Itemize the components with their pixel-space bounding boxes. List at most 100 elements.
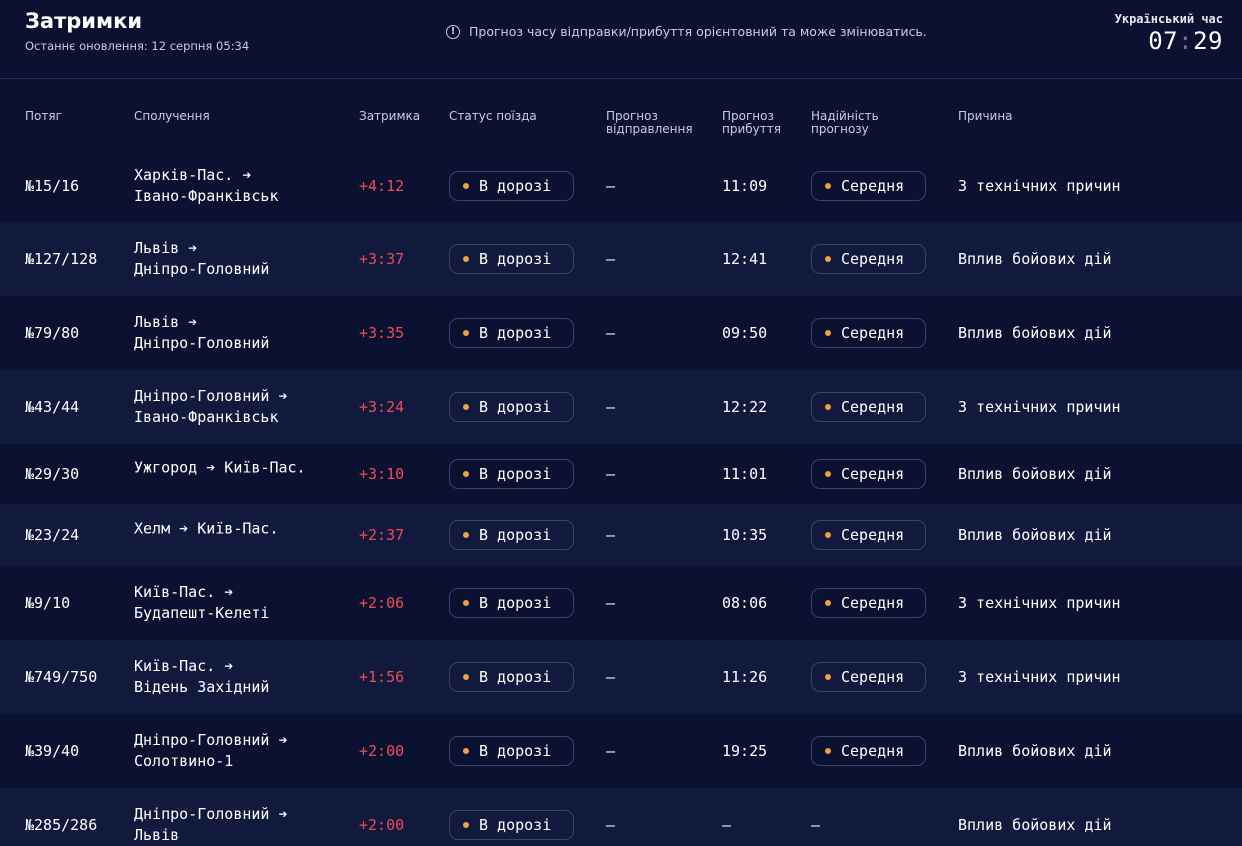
col-delay: Затримка — [359, 109, 421, 123]
status-text: В дорозі — [479, 398, 552, 416]
route: Львів ➔ Дніпро-Головний — [134, 312, 269, 354]
train-number: №285/286 — [25, 816, 98, 834]
status-badge: В дорозі — [449, 459, 574, 489]
col-train: Потяг — [25, 109, 62, 123]
clock: 07:29 — [1148, 27, 1223, 55]
arrival-forecast: 10:35 — [722, 526, 768, 544]
status-badge: В дорозі — [449, 662, 574, 692]
departure-forecast: — — [606, 398, 616, 416]
col-reliability: Надійність прогнозу — [811, 110, 879, 136]
table-row[interactable]: №43/44 Дніпро-Головний ➔ Івано-Франківськ… — [0, 370, 1242, 444]
route: Львів ➔ Дніпро-Головний — [134, 238, 269, 280]
arrival-forecast: 08:06 — [722, 594, 768, 612]
train-number: №9/10 — [25, 594, 71, 612]
info-icon: ! — [446, 24, 460, 39]
departure-forecast: — — [606, 177, 616, 195]
reliability-dot-icon — [825, 674, 831, 680]
status-badge: В дорозі — [449, 588, 574, 618]
route-line1: Київ-Пас. ➔ — [134, 657, 234, 675]
delay-value: +3:35 — [359, 324, 405, 342]
reliability-text: Середня — [841, 742, 905, 760]
forecast-notice-text: Прогноз часу відправки/прибуття орієнтов… — [469, 24, 927, 39]
delay-reason: З технічних причин — [958, 398, 1121, 416]
status-dot-icon — [463, 471, 469, 477]
route: Дніпро-Головний ➔ Солотвино-1 — [134, 730, 288, 772]
reliability-badge: Середня — [811, 520, 926, 550]
route: Дніпро-Головний ➔ Івано-Франківськ — [134, 386, 288, 428]
table-row[interactable]: №15/16 Харків-Пас. ➔ Івано-Франківськ +4:… — [0, 150, 1242, 222]
reliability-dot-icon — [825, 600, 831, 606]
reliability-dot-icon — [825, 183, 831, 189]
status-dot-icon — [463, 674, 469, 680]
status-text: В дорозі — [479, 742, 552, 760]
table-row[interactable]: №127/128 Львів ➔ Дніпро-Головний +3:37 В … — [0, 222, 1242, 296]
status-dot-icon — [463, 330, 469, 336]
route: Ужгород ➔ Київ-Пас. — [134, 458, 306, 479]
route-line2: Відень Західний — [134, 678, 270, 696]
status-dot-icon — [463, 256, 469, 262]
route-line2: Солотвино-1 — [134, 752, 234, 770]
route: Київ-Пас. ➔ Відень Західний — [134, 656, 269, 698]
departure-forecast: — — [606, 668, 616, 686]
reliability-dot-icon — [825, 256, 831, 262]
status-dot-icon — [463, 183, 469, 189]
status-badge: В дорозі — [449, 520, 574, 550]
route-line2: Дніпро-Головний — [134, 260, 270, 278]
reliability-text: Середня — [841, 668, 905, 686]
reliability-text: Середня — [841, 594, 905, 612]
route-line2: Будапешт-Келеті — [134, 604, 270, 622]
train-number: №127/128 — [25, 250, 98, 268]
status-badge: В дорозі — [449, 244, 574, 274]
table-row[interactable]: №9/10 Київ-Пас. ➔ Будапешт-Келеті +2:06 В… — [0, 566, 1242, 640]
status-dot-icon — [463, 600, 469, 606]
col-arrival: Прогноз прибуття — [722, 110, 781, 136]
table-row[interactable]: №23/24 Хелм ➔ Київ-Пас. +2:37 В дорозі —… — [0, 504, 1242, 566]
delay-value: +2:06 — [359, 594, 405, 612]
table-row[interactable]: №749/750 Київ-Пас. ➔ Відень Західний +1:5… — [0, 640, 1242, 714]
table-row[interactable]: №39/40 Дніпро-Головний ➔ Солотвино-1 +2:0… — [0, 714, 1242, 788]
reliability-dot-icon — [825, 532, 831, 538]
route-line1: Дніпро-Головний ➔ — [134, 731, 288, 749]
status-badge: В дорозі — [449, 736, 574, 766]
delay-value: +3:10 — [359, 465, 405, 483]
status-dot-icon — [463, 404, 469, 410]
col-reason: Причина — [958, 109, 1013, 123]
status-text: В дорозі — [479, 250, 552, 268]
train-number: №23/24 — [25, 526, 80, 544]
reliability-text: Середня — [841, 177, 905, 195]
reliability-badge: Середня — [811, 244, 926, 274]
delay-reason: Вплив бойових дій — [958, 250, 1112, 268]
route-line2: Львів — [134, 826, 180, 844]
table-row[interactable]: №285/286 Дніпро-Головний ➔ Львів +2:00 В … — [0, 788, 1242, 846]
arrival-forecast: 11:09 — [722, 177, 768, 195]
delay-reason: Вплив бойових дій — [958, 324, 1112, 342]
delay-value: +1:56 — [359, 668, 405, 686]
arrival-forecast: 11:01 — [722, 465, 768, 483]
reliability-badge: Середня — [811, 662, 926, 692]
reliability-text: Середня — [841, 526, 905, 544]
table-row[interactable]: №29/30 Ужгород ➔ Київ-Пас. +3:10 В дороз… — [0, 444, 1242, 504]
status-text: В дорозі — [479, 177, 552, 195]
col-reliability-line2: прогнозу — [811, 122, 869, 136]
page-title: Затримки — [25, 9, 143, 33]
status-text: В дорозі — [479, 526, 552, 544]
reliability-dot-icon — [825, 471, 831, 477]
table-row[interactable]: №79/80 Львів ➔ Дніпро-Головний +3:35 В до… — [0, 296, 1242, 370]
arrival-forecast: 12:22 — [722, 398, 768, 416]
route-line1: Київ-Пас. ➔ — [134, 583, 234, 601]
status-dot-icon — [463, 532, 469, 538]
delay-reason: Вплив бойових дій — [958, 742, 1112, 760]
departure-forecast: — — [606, 250, 616, 268]
clock-hours: 07 — [1148, 27, 1179, 55]
last-updated: Останнє оновлення: 12 серпня 05:34 — [25, 39, 250, 53]
reliability-dot-icon — [825, 748, 831, 754]
clock-label: Український час — [1114, 12, 1223, 26]
status-text: В дорозі — [479, 465, 552, 483]
status-badge: В дорозі — [449, 171, 574, 201]
arrival-forecast: — — [722, 816, 732, 834]
clock-separator: : — [1178, 27, 1194, 55]
delay-reason: З технічних причин — [958, 668, 1121, 686]
delay-value: +3:37 — [359, 250, 405, 268]
status-text: В дорозі — [479, 816, 552, 834]
reliability-text: Середня — [841, 398, 905, 416]
